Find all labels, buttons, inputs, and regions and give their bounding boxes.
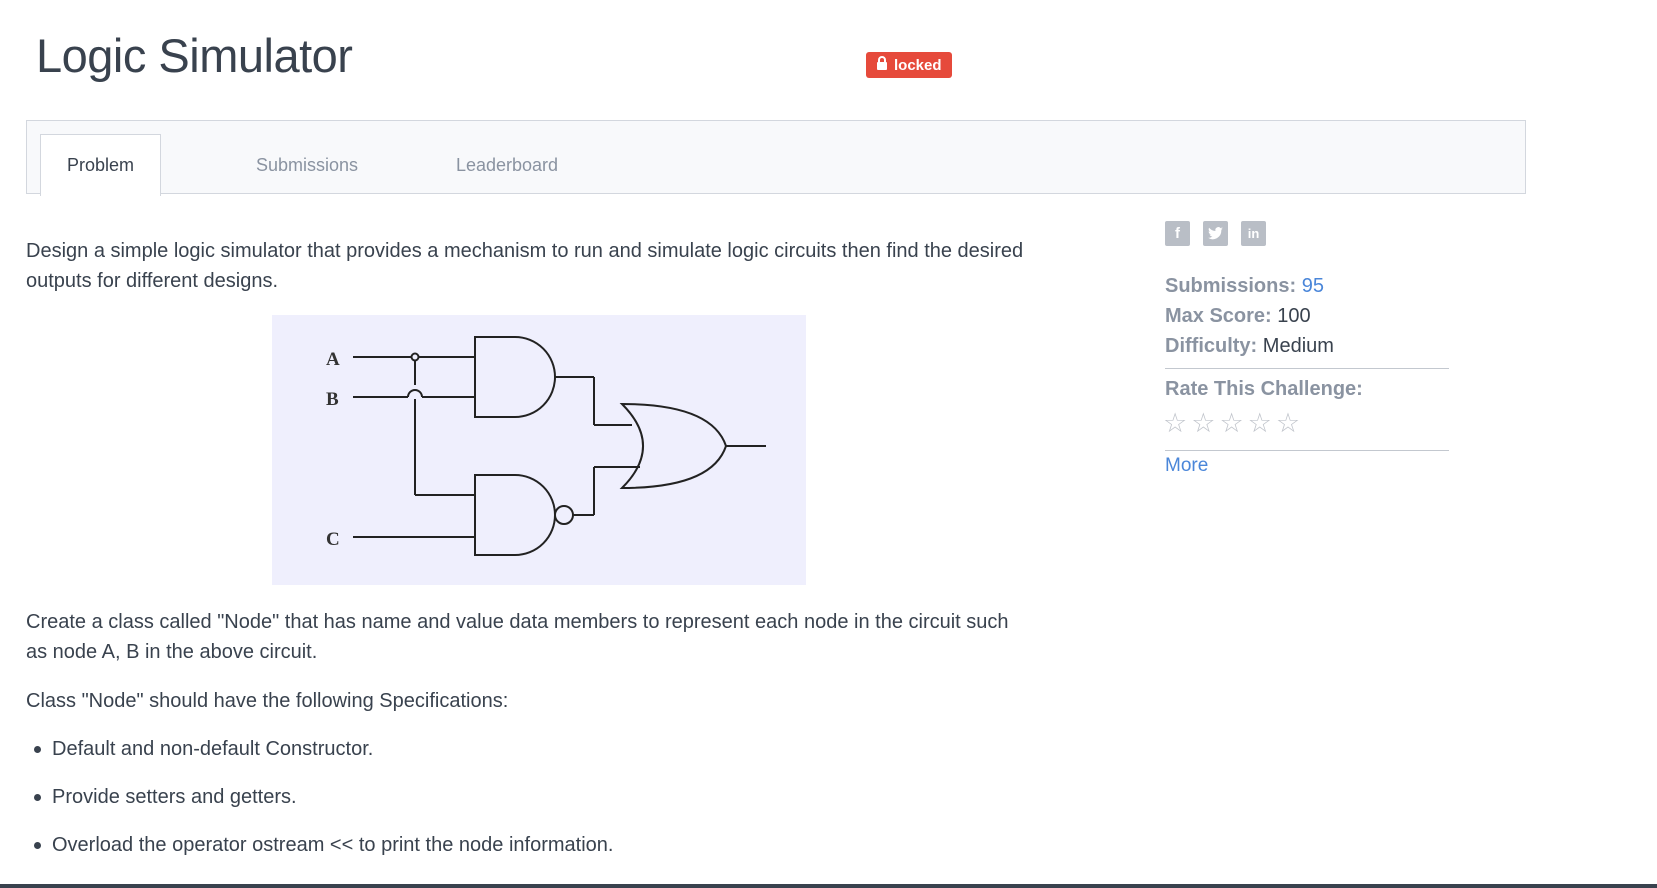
list-item: Provide setters and getters. — [26, 782, 613, 830]
intro-paragraph: Design a simple logic simulator that pro… — [26, 240, 1024, 292]
tab-bar: Problem Submissions Leaderboard — [26, 120, 1526, 196]
badge-label: locked — [894, 56, 942, 74]
star-icon[interactable]: ☆ — [1219, 408, 1243, 438]
circuit-label-a: A — [326, 349, 340, 370]
bullet-icon — [34, 794, 41, 801]
submissions-stat: Submissions: 95 — [1165, 275, 1324, 297]
problem-statement: Design a simple logic simulator that pro… — [26, 236, 1026, 296]
facebook-icon[interactable]: f — [1165, 221, 1190, 246]
submissions-count-link[interactable]: 95 — [1302, 275, 1324, 297]
circuit-diagram: A B C — [272, 315, 806, 585]
challenge-stats: Submissions: 95 Max Score: 100 Difficult… — [1165, 271, 1334, 361]
difficulty-stat: Difficulty: Medium — [1165, 335, 1334, 357]
divider — [1165, 368, 1449, 369]
bottom-bar — [0, 884, 1657, 888]
page-title: Logic Simulator — [36, 29, 353, 82]
list-item: Overload the operator ostream << to prin… — [26, 830, 613, 878]
star-icon[interactable]: ☆ — [1276, 408, 1300, 438]
bullet-icon — [34, 842, 41, 849]
star-rating: ☆ ☆ ☆ ☆ ☆ — [1163, 408, 1300, 438]
locked-badge: locked — [866, 52, 952, 78]
linkedin-icon[interactable]: in — [1241, 221, 1266, 246]
bullet-icon — [34, 746, 41, 753]
circuit-label-b: B — [326, 389, 339, 410]
circuit-label-c: C — [326, 529, 340, 550]
specifications-paragraph: Class "Node" should have the following S… — [26, 690, 509, 712]
node-class-paragraph: Create a class called "Node" that has na… — [26, 611, 1009, 663]
social-share: f in — [1165, 221, 1266, 246]
star-icon[interactable]: ☆ — [1248, 408, 1272, 438]
specifications-list: Default and non-default Constructor. Pro… — [26, 734, 613, 878]
twitter-icon[interactable] — [1203, 221, 1228, 246]
divider — [1165, 450, 1449, 451]
lock-icon — [876, 56, 888, 74]
list-item: Default and non-default Constructor. — [26, 734, 613, 782]
max-score-stat: Max Score: 100 — [1165, 305, 1311, 327]
rate-label: Rate This Challenge: — [1165, 378, 1363, 400]
star-icon[interactable]: ☆ — [1163, 408, 1187, 438]
tab-submissions[interactable]: Submissions — [227, 134, 387, 196]
tab-leaderboard[interactable]: Leaderboard — [427, 134, 587, 196]
tab-problem[interactable]: Problem — [40, 134, 161, 196]
more-link[interactable]: More — [1165, 455, 1208, 477]
star-icon[interactable]: ☆ — [1191, 408, 1215, 438]
